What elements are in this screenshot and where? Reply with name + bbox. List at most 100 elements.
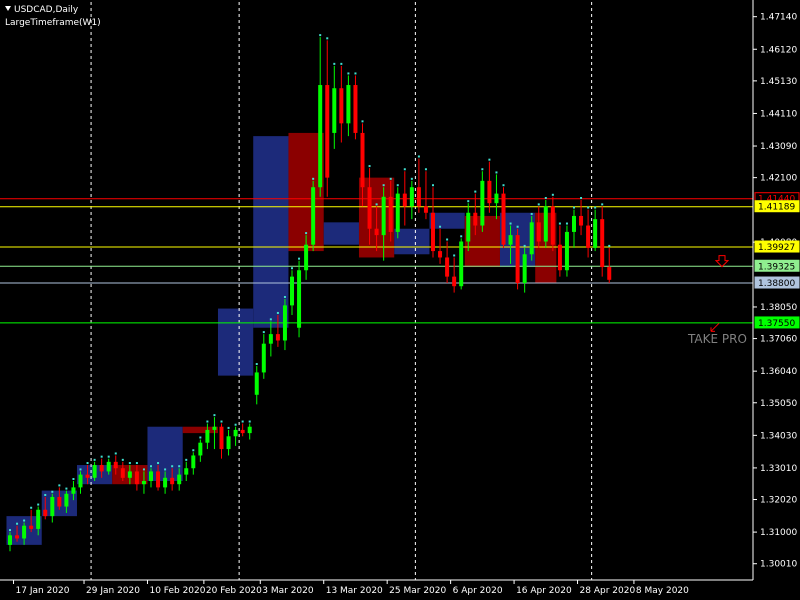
price-tick-label: 1.44110 xyxy=(760,109,797,119)
high-dot-marker xyxy=(312,177,315,180)
weekly-box xyxy=(253,136,289,328)
candle-body xyxy=(99,465,104,472)
candle-body xyxy=(219,426,224,450)
candle-body xyxy=(353,85,358,133)
price-chart[interactable]: 1.47140 1.46120 1.45130 1.44110 1.43090 1.421… xyxy=(0,0,800,600)
high-dot-marker xyxy=(502,184,505,187)
high-dot-marker xyxy=(432,184,434,187)
candle-body xyxy=(416,187,421,207)
high-dot-marker xyxy=(150,465,152,468)
candle-body xyxy=(487,180,492,204)
high-dot-marker xyxy=(241,420,244,423)
candle-body xyxy=(409,187,414,207)
candle-body xyxy=(600,219,605,268)
candle-body xyxy=(198,442,203,456)
high-dot-marker xyxy=(157,462,160,465)
candle-body xyxy=(127,471,132,478)
candle-body xyxy=(593,219,598,248)
time-tick-label: 20 Feb 2020 xyxy=(206,586,262,596)
candle-body xyxy=(8,535,12,545)
price-tick-label: 1.34030 xyxy=(760,431,797,441)
candle-body xyxy=(50,496,55,517)
candle-body xyxy=(579,215,584,226)
candle-body xyxy=(64,493,69,507)
high-dot-marker xyxy=(185,458,188,461)
candle-body xyxy=(297,270,302,328)
high-dot-marker xyxy=(79,468,82,471)
high-dot-marker xyxy=(446,238,449,241)
candle-body xyxy=(177,474,182,485)
candle-body xyxy=(325,85,330,178)
candle-body xyxy=(586,225,591,248)
high-dot-marker xyxy=(403,168,406,171)
high-dot-marker xyxy=(601,203,604,206)
candle-body xyxy=(92,465,97,478)
high-dot-marker xyxy=(199,436,202,439)
candle-body xyxy=(205,429,210,443)
high-dot-marker xyxy=(460,235,463,238)
candle-body xyxy=(395,193,400,232)
down-arrow-icon xyxy=(714,255,730,268)
candle-body xyxy=(311,187,316,245)
high-dot-marker xyxy=(30,506,33,509)
candle-body xyxy=(254,372,259,395)
high-dot-marker xyxy=(128,462,131,465)
high-dot-marker xyxy=(44,493,47,496)
time-tick-label: 17 Jan 2020 xyxy=(16,586,70,596)
price-level-tag-label: 1.41189 xyxy=(758,203,795,213)
candle-body xyxy=(431,212,435,252)
chart-menu-icon[interactable] xyxy=(5,6,11,11)
price-tick-label: 1.46120 xyxy=(760,45,797,55)
high-dot-marker xyxy=(558,222,561,225)
high-dot-marker xyxy=(537,203,540,206)
candle-body xyxy=(494,193,499,204)
high-dot-marker xyxy=(544,196,547,199)
high-dot-marker xyxy=(164,468,167,471)
candle-body xyxy=(184,468,189,475)
high-dot-marker xyxy=(283,295,286,298)
high-dot-marker xyxy=(488,158,491,161)
time-tick-label: 25 Mar 2020 xyxy=(389,586,446,596)
time-tick-label: 10 Feb 2020 xyxy=(149,586,205,596)
high-dot-marker xyxy=(213,414,216,417)
high-dot-marker xyxy=(326,37,329,40)
high-dot-marker xyxy=(262,331,265,334)
high-dot-marker xyxy=(227,426,230,429)
candle-body xyxy=(282,305,287,341)
candle-body xyxy=(480,180,485,226)
price-tick-label: 1.31000 xyxy=(760,528,797,538)
time-tick-label: 28 Apr 2020 xyxy=(580,586,636,596)
diagonal-arrow-icon xyxy=(710,322,720,332)
high-dot-marker xyxy=(178,465,181,468)
price-tick-label: 1.33010 xyxy=(760,464,797,474)
candle-body xyxy=(452,276,457,287)
candle-body xyxy=(459,241,464,287)
high-dot-marker xyxy=(382,184,385,187)
time-tick-label: 3 Mar 2020 xyxy=(262,586,314,596)
high-dot-marker xyxy=(269,318,272,321)
candle-body xyxy=(445,257,450,277)
candle-body xyxy=(402,193,407,207)
candle-body xyxy=(564,231,569,271)
high-dot-marker xyxy=(192,449,195,452)
high-dot-marker xyxy=(424,168,427,171)
candle-body xyxy=(501,193,506,245)
time-tick-label: 8 May 2020 xyxy=(636,586,689,596)
candle-body xyxy=(388,196,393,232)
candle-body xyxy=(360,132,365,188)
high-dot-marker xyxy=(608,244,611,247)
candle-body xyxy=(536,222,541,242)
high-dot-marker xyxy=(37,503,40,506)
candle-body xyxy=(71,487,76,494)
high-dot-marker xyxy=(410,177,413,180)
candle-body xyxy=(550,206,555,245)
candle-body xyxy=(149,471,153,482)
high-dot-marker xyxy=(93,458,96,461)
candle-body xyxy=(233,429,238,437)
high-dot-marker xyxy=(72,478,75,481)
high-dot-marker xyxy=(65,487,68,490)
high-dot-marker xyxy=(375,203,378,206)
high-dot-marker xyxy=(389,177,392,180)
candle-body xyxy=(226,436,231,450)
high-dot-marker xyxy=(530,212,533,215)
